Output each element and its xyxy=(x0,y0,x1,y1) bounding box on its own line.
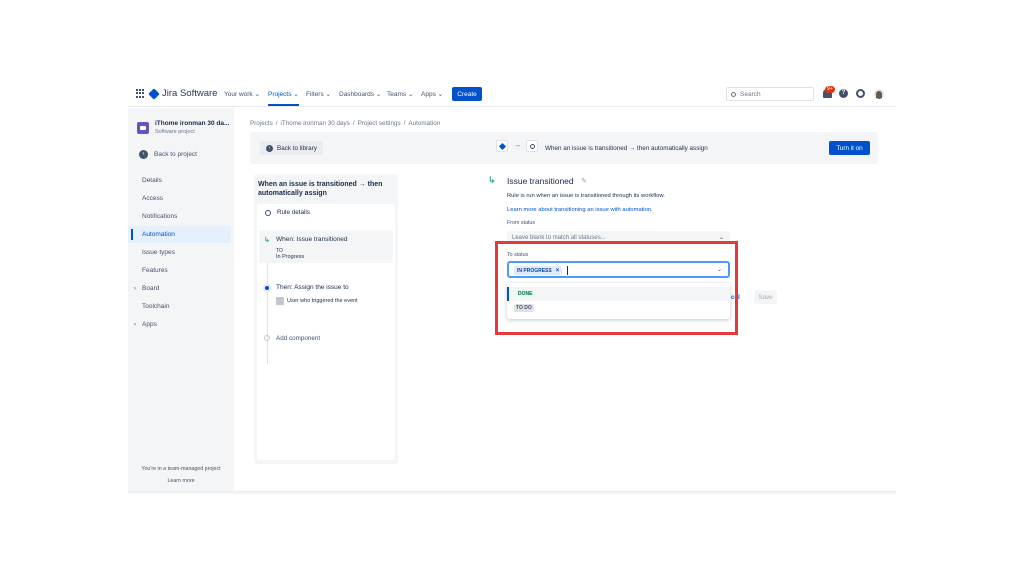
project-header[interactable]: iThome ironman 30 da... Software project xyxy=(137,120,229,135)
from-status-placeholder: Leave blank to match all statuses... xyxy=(512,234,606,241)
annotation-highlight-box xyxy=(495,241,738,335)
when-step[interactable]: ↳ When: Issue transitioned TO In Progres… xyxy=(259,230,393,263)
project-sidebar: iThome ironman 30 da... Software project… xyxy=(128,108,234,494)
project-icon xyxy=(137,122,149,134)
nav-apps[interactable]: Apps ⌄ xyxy=(421,90,443,98)
sidebar-item-label: Board xyxy=(142,285,160,292)
bottom-edge xyxy=(128,491,896,495)
sidebar-item-label: Automation xyxy=(142,231,175,238)
chevron-down-icon: ⌄ xyxy=(718,235,724,241)
rule-title: When an issue is transitioned → then aut… xyxy=(258,181,383,197)
arrow-icon: → xyxy=(514,142,521,149)
user-avatar-icon xyxy=(276,297,284,305)
sidebar-item-details[interactable]: Details xyxy=(128,172,231,189)
sidebar-item-features[interactable]: Features xyxy=(128,262,231,279)
sidebar-item-label: Notifications xyxy=(142,213,178,220)
edit-pencil-icon[interactable]: ✎ xyxy=(581,177,587,185)
trigger-icon xyxy=(498,142,506,150)
rule-header-strip: ‹ Back to library → When an issue is tra… xyxy=(250,132,878,164)
assign-action-icon xyxy=(263,284,271,292)
from-status-label: From status xyxy=(507,220,535,226)
learn-more-link[interactable]: Learn more about transitioning an issue … xyxy=(507,207,653,213)
back-to-project-label: Back to project xyxy=(154,151,197,158)
then-user: User who triggered the event xyxy=(287,298,358,304)
sidebar-item-label: Toolchain xyxy=(142,303,170,310)
search-input[interactable]: Search xyxy=(726,87,814,101)
settings-gear-icon[interactable] xyxy=(856,89,865,98)
transition-icon: ↳ xyxy=(488,175,496,185)
info-icon xyxy=(265,209,271,216)
search-icon xyxy=(731,91,736,97)
nav-your-work[interactable]: Your work ⌄ xyxy=(224,90,260,98)
sidebar-item-label: Details xyxy=(142,177,162,184)
breadcrumb-project[interactable]: iThome ironman 30 days xyxy=(281,120,350,127)
trigger-chip xyxy=(496,140,508,152)
breadcrumb-automation[interactable]: Automation xyxy=(408,120,440,127)
logo-text: Jira Software xyxy=(162,88,218,99)
rule-panel: When an issue is transitioned → then aut… xyxy=(254,174,398,464)
help-icon[interactable]: ? xyxy=(839,89,848,98)
sidebar-item-label: Features xyxy=(142,267,168,274)
back-to-library-button[interactable]: ‹ Back to library xyxy=(260,141,323,155)
breadcrumb-projects[interactable]: Projects xyxy=(250,120,273,127)
sidebar-item-automation[interactable]: Automation xyxy=(128,226,231,243)
sidebar-item-label: Issue types xyxy=(142,249,175,256)
sidebar-item-apps[interactable]: › Apps xyxy=(128,316,231,333)
nav-dashboards[interactable]: Dashboards ⌄ xyxy=(339,90,381,98)
action-chip xyxy=(526,140,538,152)
search-placeholder: Search xyxy=(740,90,761,98)
add-component-button[interactable]: Add component xyxy=(276,335,320,342)
sidebar-item-toolchain[interactable]: Toolchain xyxy=(128,298,231,315)
jira-logo[interactable]: Jira Software xyxy=(148,87,218,100)
sidebar-item-access[interactable]: Access xyxy=(128,190,231,207)
turn-it-on-button[interactable]: Turn it on xyxy=(829,141,870,155)
breadcrumb: Projects / iThome ironman 30 days / Project … xyxy=(250,120,441,127)
back-to-project-button[interactable]: ‹ Back to project xyxy=(139,150,197,159)
breadcrumb-settings[interactable]: Project settings xyxy=(358,120,401,127)
config-description: Rule is run when an issue is transitione… xyxy=(507,193,665,199)
back-arrow-icon: ‹ xyxy=(266,144,273,152)
nav-filters[interactable]: Filters ⌄ xyxy=(306,90,331,98)
app-switcher-icon[interactable] xyxy=(136,89,145,98)
sidebar-item-issue-types[interactable]: Issue types xyxy=(128,244,231,261)
transition-icon: ↳ xyxy=(264,237,270,244)
rule-summary: When an issue is transitioned → then aut… xyxy=(545,145,708,152)
team-managed-note: You're in a team-managed project xyxy=(141,466,221,472)
back-to-library-label: Back to library xyxy=(277,144,317,152)
config-title: Issue transitioned xyxy=(507,176,574,186)
sidebar-item-board[interactable]: › Board xyxy=(128,280,231,297)
when-title: When: Issue transitioned xyxy=(276,236,348,243)
top-navigation: Jira Software Your work ⌄ Projects ⌄ Fil… xyxy=(128,80,896,107)
save-button[interactable]: Save xyxy=(754,290,777,304)
project-name: iThome ironman 30 da... xyxy=(155,120,230,127)
project-type: Software project xyxy=(155,129,195,135)
add-component-icon xyxy=(264,335,270,341)
nav-teams[interactable]: Teams ⌄ xyxy=(387,90,413,98)
sidebar-item-label: Apps xyxy=(142,321,157,328)
nav-projects[interactable]: Projects ⌄ xyxy=(268,90,299,106)
sidebar-item-label: Access xyxy=(142,195,163,202)
rule-details-item[interactable]: Rule details xyxy=(265,209,310,216)
rule-steps: Rule details ↳ When: Issue transitioned … xyxy=(257,204,395,460)
chevron-right-icon: › xyxy=(134,321,136,328)
learn-more-link[interactable]: Learn more xyxy=(128,478,234,484)
chevron-right-icon: › xyxy=(134,285,136,292)
sidebar-item-notifications[interactable]: Notifications xyxy=(128,208,231,225)
assign-user-icon xyxy=(529,143,535,149)
then-title[interactable]: Then: Assign the issue to xyxy=(276,284,349,291)
when-status: In Progress xyxy=(276,254,305,260)
user-avatar[interactable] xyxy=(874,89,884,99)
jira-diamond-icon xyxy=(148,87,160,100)
back-arrow-icon: ‹ xyxy=(139,150,148,159)
notification-badge: 9+ xyxy=(825,86,835,93)
create-button[interactable]: Create xyxy=(452,87,482,101)
rule-details-label: Rule details xyxy=(277,209,310,216)
